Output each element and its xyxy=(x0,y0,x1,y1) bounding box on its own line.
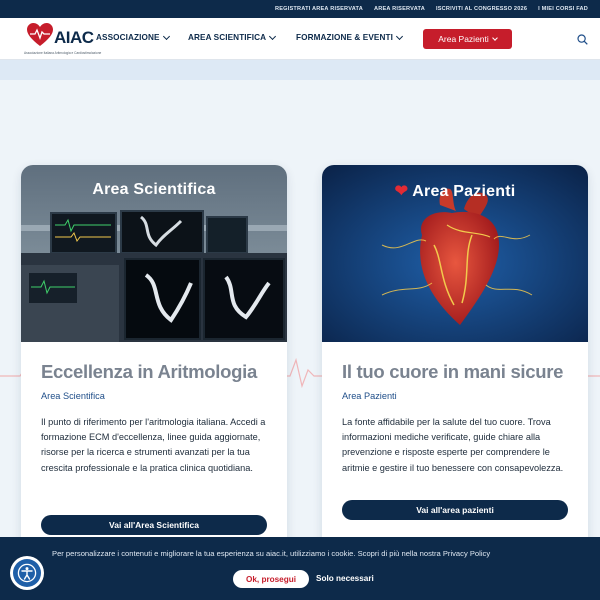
logo-text: AIAC xyxy=(54,28,94,47)
chevron-down-icon xyxy=(162,32,170,40)
card-heading: Eccellenza in Aritmologia xyxy=(41,361,257,382)
nav-label: FORMAZIONE & EVENTI xyxy=(296,33,393,42)
card-description: La fonte affidabile per la salute del tu… xyxy=(342,417,564,473)
nav-label: AREA SCIENTIFICA xyxy=(188,33,267,42)
nav-item-formazione-eventi[interactable]: FORMAZIONE & EVENTI xyxy=(296,32,404,42)
card-image-title-text: Area Pazienti xyxy=(412,183,516,200)
person-accessibility-icon xyxy=(17,563,37,583)
topbar-link-fad-courses[interactable]: I MIEI CORSI FAD xyxy=(538,6,588,12)
topbar-link-register[interactable]: REGISTRATI AREA RISERVATA xyxy=(275,6,363,12)
card-subtitle: Area Scientifica xyxy=(41,391,105,401)
search-icon[interactable] xyxy=(577,34,588,45)
area-pazienti-card-button[interactable]: Vai all'area pazienti xyxy=(342,500,568,520)
card-subtitle: Area Pazienti xyxy=(342,391,397,401)
card-image-title: Area Scientifica xyxy=(92,181,216,198)
heart-icon: ❤ xyxy=(394,183,409,200)
hero-band xyxy=(0,60,600,80)
area-pazienti-button[interactable]: Area Pazienti xyxy=(423,29,512,49)
nav-item-associazione[interactable]: ASSOCIAZIONE xyxy=(96,32,170,42)
cookie-necessary-button[interactable]: Solo necessari xyxy=(316,574,374,583)
button-label: Area Pazienti xyxy=(438,34,489,44)
logo-subtitle: Associazione Italiana Aritmologia e Card… xyxy=(24,51,102,55)
area-scientifica-button[interactable]: Vai all'Area Scientifica xyxy=(41,515,267,535)
card-area-scientifica: Area Scientifica Eccellenza in Aritmolog… xyxy=(21,165,287,555)
main-header: AIAC Associazione Italiana Aritmologia e… xyxy=(0,18,600,60)
cookie-message: Per personalizzare i contenuti e miglior… xyxy=(52,549,491,558)
heart-illustration-image: ❤ Area Pazienti xyxy=(322,165,588,342)
card-description: Il punto di riferimento per l'aritmologi… xyxy=(41,417,266,473)
nav-label: ASSOCIAZIONE xyxy=(96,33,160,42)
topbar-link-reserved-area[interactable]: AREA RISERVATA xyxy=(374,6,425,12)
accessibility-icon xyxy=(13,559,41,587)
accessibility-button[interactable] xyxy=(10,556,44,590)
scientific-lab-image: Area Scientifica xyxy=(21,165,287,342)
heart-logo-icon xyxy=(27,23,53,46)
nav-item-area-scientifica[interactable]: AREA SCIENTIFICA xyxy=(188,32,277,42)
topbar-link-congress[interactable]: ISCRIVITI AL CONGRESSO 2026 xyxy=(436,6,527,12)
card-image-title: ❤ Area Pazienti xyxy=(322,181,588,201)
cookie-accept-button[interactable]: Ok, prosegui xyxy=(233,570,309,588)
top-utility-bar: REGISTRATI AREA RISERVATA AREA RISERVATA… xyxy=(0,0,600,18)
cookie-banner: Per personalizzare i contenuti e miglior… xyxy=(0,537,600,600)
card-area-pazienti: ❤ Area Pazienti Il tuo cuore in mani sic… xyxy=(322,165,588,555)
card-heading: Il tuo cuore in mani sicure xyxy=(342,361,564,382)
chevron-down-icon xyxy=(395,32,404,40)
chevron-down-icon xyxy=(269,32,277,40)
chevron-down-icon xyxy=(491,34,498,41)
aiac-logo[interactable]: AIAC Associazione Italiana Aritmologia e… xyxy=(24,23,101,55)
